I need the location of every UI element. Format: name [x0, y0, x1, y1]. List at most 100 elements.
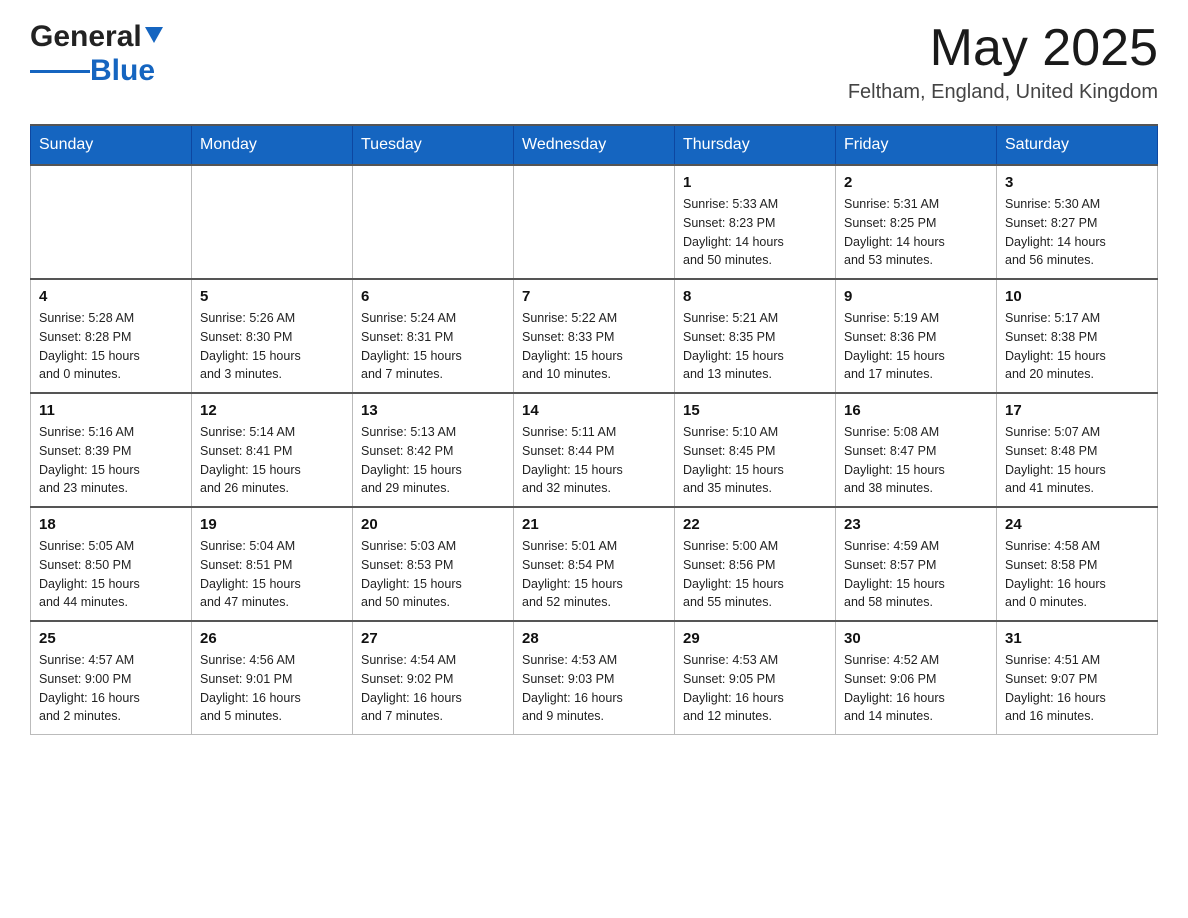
- calendar-day-cell: 10 Sunrise: 5:17 AMSunset: 8:38 PMDayligh…: [997, 279, 1158, 393]
- weekday-header-wednesday: Wednesday: [514, 125, 675, 165]
- calendar-day-cell: 14 Sunrise: 5:11 AMSunset: 8:44 PMDayligh…: [514, 393, 675, 507]
- day-info: Sunrise: 5:13 AMSunset: 8:42 PMDaylight:…: [361, 423, 505, 498]
- day-number: 23: [844, 516, 988, 533]
- day-info: Sunrise: 5:11 AMSunset: 8:44 PMDaylight:…: [522, 423, 666, 498]
- day-info: Sunrise: 4:53 AMSunset: 9:03 PMDaylight:…: [522, 651, 666, 726]
- day-info: Sunrise: 5:03 AMSunset: 8:53 PMDaylight:…: [361, 537, 505, 612]
- day-number: 19: [200, 516, 344, 533]
- day-info: Sunrise: 5:22 AMSunset: 8:33 PMDaylight:…: [522, 309, 666, 384]
- day-number: 14: [522, 402, 666, 419]
- calendar-day-cell: 12Sunrise: 5:14 AMSunset: 8:41 PMDayligh…: [192, 393, 353, 507]
- calendar-day-cell: 22 Sunrise: 5:00 AMSunset: 8:56 PMDayligh…: [675, 507, 836, 621]
- day-info: Sunrise: 4:53 AMSunset: 9:05 PMDaylight:…: [683, 651, 827, 726]
- calendar-day-cell: 24 Sunrise: 4:58 AMSunset: 8:58 PMDayligh…: [997, 507, 1158, 621]
- day-number: 2: [844, 174, 988, 191]
- day-number: 20: [361, 516, 505, 533]
- day-info: Sunrise: 4:56 AMSunset: 9:01 PMDaylight:…: [200, 651, 344, 726]
- day-info: Sunrise: 4:54 AMSunset: 9:02 PMDaylight:…: [361, 651, 505, 726]
- day-info: Sunrise: 4:51 AMSunset: 9:07 PMDaylight:…: [1005, 651, 1149, 726]
- calendar-week-row: 4 Sunrise: 5:28 AMSunset: 8:28 PMDaylight…: [31, 279, 1158, 393]
- day-info: Sunrise: 4:58 AMSunset: 8:58 PMDaylight:…: [1005, 537, 1149, 612]
- calendar-day-cell: 15Sunrise: 5:10 AMSunset: 8:45 PMDayligh…: [675, 393, 836, 507]
- day-number: 10: [1005, 288, 1149, 305]
- day-number: 18: [39, 516, 183, 533]
- day-info: Sunrise: 5:17 AMSunset: 8:38 PMDaylight:…: [1005, 309, 1149, 384]
- day-number: 8: [683, 288, 827, 305]
- day-info: Sunrise: 5:30 AMSunset: 8:27 PMDaylight:…: [1005, 195, 1149, 270]
- weekday-header-row: SundayMondayTuesdayWednesdayThursdayFrid…: [31, 125, 1158, 165]
- day-info: Sunrise: 5:01 AMSunset: 8:54 PMDaylight:…: [522, 537, 666, 612]
- calendar-day-cell: 7 Sunrise: 5:22 AMSunset: 8:33 PMDaylight…: [514, 279, 675, 393]
- day-info: Sunrise: 5:33 AMSunset: 8:23 PMDaylight:…: [683, 195, 827, 270]
- calendar-day-cell: 28 Sunrise: 4:53 AMSunset: 9:03 PMDayligh…: [514, 621, 675, 735]
- month-title: May 2025: [848, 20, 1158, 77]
- day-number: 22: [683, 516, 827, 533]
- calendar-day-cell: 23 Sunrise: 4:59 AMSunset: 8:57 PMDayligh…: [836, 507, 997, 621]
- day-number: 6: [361, 288, 505, 305]
- weekday-header-monday: Monday: [192, 125, 353, 165]
- calendar-week-row: 25 Sunrise: 4:57 AMSunset: 9:00 PMDayligh…: [31, 621, 1158, 735]
- day-info: Sunrise: 5:16 AMSunset: 8:39 PMDaylight:…: [39, 423, 183, 498]
- calendar-day-cell: 21 Sunrise: 5:01 AMSunset: 8:54 PMDayligh…: [514, 507, 675, 621]
- day-number: 24: [1005, 516, 1149, 533]
- weekday-header-saturday: Saturday: [997, 125, 1158, 165]
- calendar-day-cell: 25 Sunrise: 4:57 AMSunset: 9:00 PMDayligh…: [31, 621, 192, 735]
- day-info: Sunrise: 4:57 AMSunset: 9:00 PMDaylight:…: [39, 651, 183, 726]
- day-info: Sunrise: 5:05 AMSunset: 8:50 PMDaylight:…: [39, 537, 183, 612]
- day-number: 7: [522, 288, 666, 305]
- day-number: 4: [39, 288, 183, 305]
- day-number: 27: [361, 630, 505, 647]
- calendar-day-cell: 16 Sunrise: 5:08 AMSunset: 8:47 PMDayligh…: [836, 393, 997, 507]
- title-section: May 2025 Feltham, England, United Kingdo…: [848, 20, 1158, 104]
- day-number: 28: [522, 630, 666, 647]
- day-number: 25: [39, 630, 183, 647]
- calendar-day-cell: 26Sunrise: 4:56 AMSunset: 9:01 PMDayligh…: [192, 621, 353, 735]
- day-info: Sunrise: 5:19 AMSunset: 8:36 PMDaylight:…: [844, 309, 988, 384]
- day-info: Sunrise: 5:04 AMSunset: 8:51 PMDaylight:…: [200, 537, 344, 612]
- calendar-day-cell: 3 Sunrise: 5:30 AMSunset: 8:27 PMDaylight…: [997, 165, 1158, 279]
- calendar-day-cell: 8 Sunrise: 5:21 AMSunset: 8:35 PMDaylight…: [675, 279, 836, 393]
- calendar-day-cell: 29 Sunrise: 4:53 AMSunset: 9:05 PMDayligh…: [675, 621, 836, 735]
- day-info: Sunrise: 5:08 AMSunset: 8:47 PMDaylight:…: [844, 423, 988, 498]
- day-info: Sunrise: 5:28 AMSunset: 8:28 PMDaylight:…: [39, 309, 183, 384]
- day-info: Sunrise: 5:00 AMSunset: 8:56 PMDaylight:…: [683, 537, 827, 612]
- calendar-week-row: 1 Sunrise: 5:33 AMSunset: 8:23 PMDaylight…: [31, 165, 1158, 279]
- calendar-day-cell: 13 Sunrise: 5:13 AMSunset: 8:42 PMDayligh…: [353, 393, 514, 507]
- day-number: 3: [1005, 174, 1149, 191]
- calendar-day-cell: 2 Sunrise: 5:31 AMSunset: 8:25 PMDaylight…: [836, 165, 997, 279]
- day-number: 12: [200, 402, 344, 419]
- day-number: 1: [683, 174, 827, 191]
- location: Feltham, England, United Kingdom: [848, 81, 1158, 104]
- day-number: 17: [1005, 402, 1149, 419]
- weekday-header-thursday: Thursday: [675, 125, 836, 165]
- logo-blue: Blue: [90, 54, 155, 88]
- page-header: General Blue May 2025 Feltham, England, …: [30, 20, 1158, 104]
- calendar-day-cell: 30 Sunrise: 4:52 AMSunset: 9:06 PMDayligh…: [836, 621, 997, 735]
- calendar-day-cell: 19 Sunrise: 5:04 AMSunset: 8:51 PMDayligh…: [192, 507, 353, 621]
- day-info: Sunrise: 5:21 AMSunset: 8:35 PMDaylight:…: [683, 309, 827, 384]
- calendar-table: SundayMondayTuesdayWednesdayThursdayFrid…: [30, 124, 1158, 735]
- day-number: 16: [844, 402, 988, 419]
- day-info: Sunrise: 4:59 AMSunset: 8:57 PMDaylight:…: [844, 537, 988, 612]
- day-number: 21: [522, 516, 666, 533]
- calendar-day-cell: 27 Sunrise: 4:54 AMSunset: 9:02 PMDayligh…: [353, 621, 514, 735]
- day-number: 29: [683, 630, 827, 647]
- day-number: 13: [361, 402, 505, 419]
- weekday-header-tuesday: Tuesday: [353, 125, 514, 165]
- day-info: Sunrise: 5:26 AMSunset: 8:30 PMDaylight:…: [200, 309, 344, 384]
- calendar-day-cell: 1 Sunrise: 5:33 AMSunset: 8:23 PMDaylight…: [675, 165, 836, 279]
- day-info: Sunrise: 5:31 AMSunset: 8:25 PMDaylight:…: [844, 195, 988, 270]
- day-info: Sunrise: 4:52 AMSunset: 9:06 PMDaylight:…: [844, 651, 988, 726]
- day-number: 31: [1005, 630, 1149, 647]
- day-number: 30: [844, 630, 988, 647]
- day-info: Sunrise: 5:10 AMSunset: 8:45 PMDaylight:…: [683, 423, 827, 498]
- calendar-day-cell: [31, 165, 192, 279]
- logo-triangle-icon: [145, 27, 163, 48]
- calendar-day-cell: 5Sunrise: 5:26 AMSunset: 8:30 PMDaylight…: [192, 279, 353, 393]
- day-info: Sunrise: 5:24 AMSunset: 8:31 PMDaylight:…: [361, 309, 505, 384]
- weekday-header-friday: Friday: [836, 125, 997, 165]
- calendar-week-row: 11Sunrise: 5:16 AMSunset: 8:39 PMDayligh…: [31, 393, 1158, 507]
- logo: General Blue: [30, 20, 163, 88]
- day-info: Sunrise: 5:07 AMSunset: 8:48 PMDaylight:…: [1005, 423, 1149, 498]
- calendar-day-cell: 31 Sunrise: 4:51 AMSunset: 9:07 PMDayligh…: [997, 621, 1158, 735]
